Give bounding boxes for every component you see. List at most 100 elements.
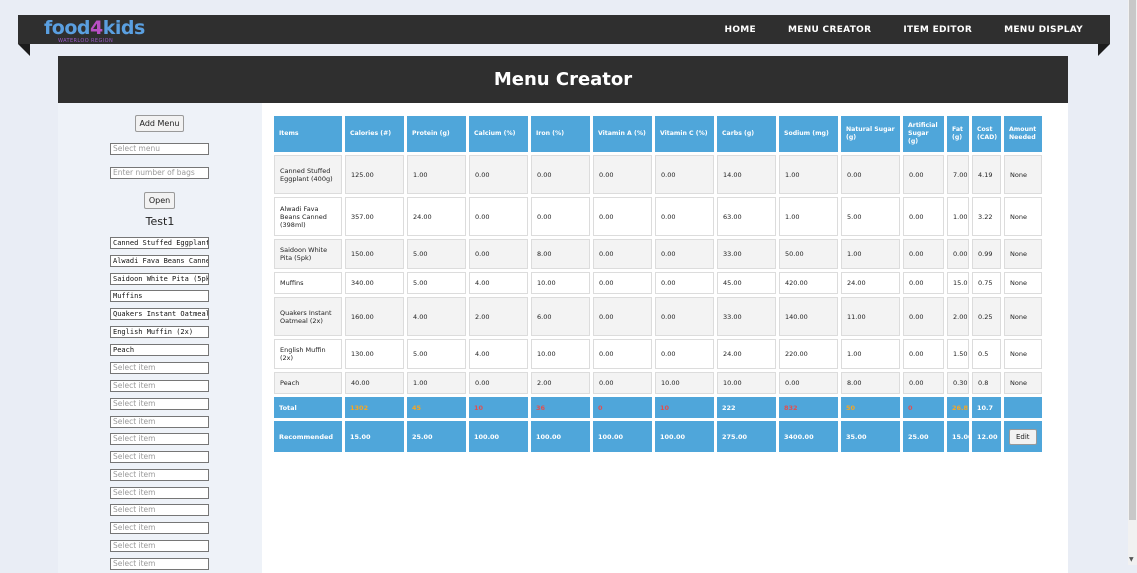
table-cell: 0.00 <box>655 272 714 294</box>
table-cell: 0.00 <box>593 272 652 294</box>
table-cell: 0.00 <box>469 197 528 236</box>
table-cell: 0.00 <box>531 155 590 194</box>
select-menu-input[interactable]: Select menu <box>110 143 209 155</box>
table-cell: 0.00 <box>469 372 528 394</box>
table-cell: 5.00 <box>407 339 466 369</box>
ribbon-fold-right <box>1098 44 1110 56</box>
menu-item-select[interactable]: Peach <box>110 344 209 356</box>
table-cell: 24.00 <box>717 339 776 369</box>
empty-item-select[interactable]: Select item <box>110 522 209 534</box>
table-cell: 0.00 <box>655 197 714 236</box>
scrollbar-thumb[interactable] <box>1129 0 1136 520</box>
food4kids-logo[interactable]: food4kids WATERLOO REGION <box>44 17 146 44</box>
table-cell: 33.00 <box>717 297 776 336</box>
column-header: Calories (#) <box>345 116 404 152</box>
total-cell: 45 <box>407 397 466 418</box>
table-cell: 340.00 <box>345 272 404 294</box>
column-header: Calcium (%) <box>469 116 528 152</box>
table-cell: 0.00 <box>841 155 900 194</box>
menu-item-select[interactable]: Saidoon White Pita (5pk) <box>110 273 209 285</box>
table-cell: 14.00 <box>717 155 776 194</box>
empty-item-select[interactable]: Select item <box>110 469 209 481</box>
top-nav-bar: food4kids WATERLOO REGION HOME MENU CREA… <box>18 15 1110 44</box>
table-cell: 140.00 <box>779 297 838 336</box>
table-cell: 0.00 <box>903 239 944 269</box>
table-cell: 4.00 <box>407 297 466 336</box>
table-cell: 1.50 <box>947 339 969 369</box>
nav-home-link[interactable]: HOME <box>724 25 756 35</box>
column-header: Protein (g) <box>407 116 466 152</box>
total-cell: 0 <box>903 397 944 418</box>
table-cell: 24.00 <box>841 272 900 294</box>
table-cell: 5.00 <box>841 197 900 236</box>
total-cell: 0 <box>593 397 652 418</box>
menu-item-select[interactable]: Canned Stuffed Eggplant (400g) <box>110 237 209 249</box>
table-cell: 8.00 <box>841 372 900 394</box>
table-cell: 0.8 <box>972 372 1001 394</box>
edit-recommended-cell: Edit <box>1004 421 1042 452</box>
table-cell: 2.00 <box>469 297 528 336</box>
table-cell: 2.00 <box>531 372 590 394</box>
column-header: Vitamin A (%) <box>593 116 652 152</box>
table-cell: 7.00 <box>947 155 969 194</box>
empty-item-select[interactable]: Select item <box>110 558 209 570</box>
table-cell: None <box>1004 297 1042 336</box>
logo-subtitle: WATERLOO REGION <box>58 38 114 44</box>
column-header: Sodium (mg) <box>779 116 838 152</box>
table-cell: 3.22 <box>972 197 1001 236</box>
table-cell: 0.99 <box>972 239 1001 269</box>
recommended-cell: 275.00 <box>717 421 776 452</box>
column-header: Vitamin C (%) <box>655 116 714 152</box>
column-header: Carbs (g) <box>717 116 776 152</box>
recommended-cell: 25.00 <box>407 421 466 452</box>
empty-item-select[interactable]: Select item <box>110 380 209 392</box>
add-menu-button[interactable]: Add Menu <box>135 115 184 132</box>
table-cell: 0.00 <box>593 239 652 269</box>
table-cell: 4.19 <box>972 155 1001 194</box>
menu-item-select[interactable]: Muffins <box>110 290 209 302</box>
item-name-cell: Canned Stuffed Eggplant (400g) <box>274 155 342 194</box>
menu-item-select[interactable]: Alwadi Fava Beans Canned (398ml) <box>110 255 209 267</box>
table-cell: None <box>1004 197 1042 236</box>
total-cell: 10 <box>655 397 714 418</box>
nav-menu-display-link[interactable]: MENU DISPLAY <box>1004 25 1083 35</box>
empty-item-select[interactable]: Select item <box>110 398 209 410</box>
table-cell: 0.00 <box>903 272 944 294</box>
empty-item-select[interactable]: Select item <box>110 504 209 516</box>
empty-item-select[interactable]: Select item <box>110 362 209 374</box>
menu-item-select[interactable]: Quakers Instant Oatmeal (2x) <box>110 308 209 320</box>
empty-item-select[interactable]: Select item <box>110 433 209 445</box>
table-cell: None <box>1004 239 1042 269</box>
empty-item-select[interactable]: Select item <box>110 540 209 552</box>
empty-item-select[interactable]: Select item <box>110 416 209 428</box>
table-cell: 50.00 <box>779 239 838 269</box>
table-cell: None <box>1004 339 1042 369</box>
scroll-down-arrow-icon[interactable]: ▼ <box>1129 556 1134 563</box>
page-scrollbar[interactable]: ▼ <box>1128 0 1137 565</box>
table-cell: 0.00 <box>903 372 944 394</box>
nav-item-editor-link[interactable]: ITEM EDITOR <box>903 25 972 35</box>
table-cell: 10.00 <box>717 372 776 394</box>
table-cell: 0.30 <box>947 372 969 394</box>
number-of-bags-input[interactable]: Enter number of bags <box>110 167 209 179</box>
table-cell: 0.00 <box>593 339 652 369</box>
table-cell: 1.00 <box>947 197 969 236</box>
menu-item-select[interactable]: English Muffin (2x) <box>110 326 209 338</box>
open-button[interactable]: Open <box>144 192 175 209</box>
table-cell: 420.00 <box>779 272 838 294</box>
logo-text-kids: kids <box>102 17 146 39</box>
table-cell: 0.00 <box>903 197 944 236</box>
empty-item-select[interactable]: Select item <box>110 451 209 463</box>
edit-recommended-button[interactable]: Edit <box>1009 428 1037 445</box>
table-cell: 4.00 <box>469 272 528 294</box>
table-cell: 0.00 <box>903 155 944 194</box>
table-cell: 11.00 <box>841 297 900 336</box>
nav-menu-creator-link[interactable]: MENU CREATOR <box>788 25 871 35</box>
recommended-cell: 100.00 <box>593 421 652 452</box>
table-cell: 0.00 <box>655 297 714 336</box>
recommended-cell: 3400.00 <box>779 421 838 452</box>
empty-item-select[interactable]: Select item <box>110 487 209 499</box>
item-name-cell: Alwadi Fava Beans Canned (398ml) <box>274 197 342 236</box>
nav-menu: HOME MENU CREATOR ITEM EDITOR MENU DISPL… <box>724 15 1083 44</box>
menu-name: Test1 <box>145 215 175 228</box>
